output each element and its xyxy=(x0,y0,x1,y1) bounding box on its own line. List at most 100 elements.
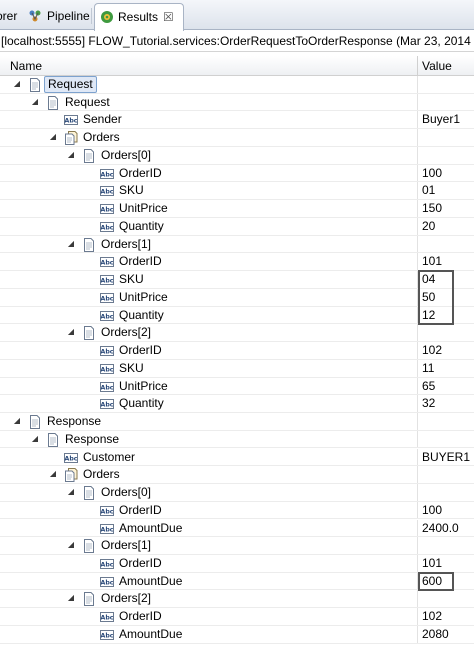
tree-row[interactable]: ◢ Orders[0] xyxy=(0,484,474,502)
document-list-icon xyxy=(64,468,78,483)
tree-row-name: OrderID xyxy=(119,609,162,624)
column-divider xyxy=(417,519,418,537)
svg-text:Abc: Abc xyxy=(101,402,114,409)
tree-row[interactable]: Abc Customer BUYER1 xyxy=(0,448,474,467)
string-abc-icon: Abc xyxy=(100,397,114,411)
document-list-icon xyxy=(64,131,78,146)
column-divider xyxy=(417,146,418,164)
svg-text:Abc: Abc xyxy=(101,278,114,285)
tree-row[interactable]: ◢ Response xyxy=(0,430,474,449)
tree-row-value: 11 xyxy=(422,360,435,375)
tree-row-name: UnitPrice xyxy=(119,201,168,216)
column-divider xyxy=(417,253,418,271)
tree-row[interactable]: Abc AmountDue 2080 xyxy=(0,625,474,644)
expand-toggle-icon[interactable]: ◢ xyxy=(66,239,76,249)
expand-toggle-icon[interactable]: ◢ xyxy=(66,593,76,603)
string-abc-icon: Abc xyxy=(100,504,114,518)
tab-explorer[interactable]: orer xyxy=(0,3,20,29)
expand-toggle-icon[interactable]: ◢ xyxy=(48,469,58,479)
column-divider xyxy=(417,93,418,111)
tree-row[interactable]: ◢ Response xyxy=(0,413,474,431)
string-abc-icon: Abc xyxy=(100,610,114,624)
expand-toggle-icon[interactable]: ◢ xyxy=(30,434,40,444)
column-divider xyxy=(417,200,418,217)
column-divider xyxy=(417,359,418,377)
tree-row-name: Response xyxy=(65,431,120,446)
tree-row[interactable]: Abc SKU 01 xyxy=(0,182,474,201)
tree-row[interactable]: ◢ Request xyxy=(0,76,474,94)
expand-toggle-icon[interactable]: ◢ xyxy=(48,132,58,142)
tree-row[interactable]: ◢ Orders xyxy=(0,466,474,484)
expand-toggle-icon[interactable]: ◢ xyxy=(12,79,22,89)
tree-row-name: OrderID xyxy=(119,502,162,517)
tree-row-value: 101 xyxy=(422,555,443,570)
tree-row-value: 150 xyxy=(422,201,443,216)
tree-row[interactable]: Abc Quantity 20 xyxy=(0,217,474,236)
column-divider xyxy=(417,324,418,342)
tree-row-value: 12 xyxy=(422,307,436,322)
tree-row[interactable]: Abc OrderID 101 xyxy=(0,554,474,573)
tree-row[interactable]: Abc Sender Buyer1 xyxy=(0,111,474,130)
tree-row[interactable]: ◢ Orders[2] xyxy=(0,324,474,343)
expand-toggle-icon[interactable]: ◢ xyxy=(66,540,76,550)
tree-row-name: Quantity xyxy=(119,396,164,411)
expand-toggle-icon[interactable]: ◢ xyxy=(30,97,40,107)
tree-row[interactable]: Abc OrderID 102 xyxy=(0,608,474,626)
tree-row-value: 04 xyxy=(422,272,436,287)
tab-separator xyxy=(91,8,92,24)
tab-pipeline[interactable]: Pipeline xyxy=(24,3,90,29)
column-divider xyxy=(417,430,418,448)
tree-row[interactable]: ◢ Orders[2] xyxy=(0,590,474,609)
expand-toggle-icon[interactable]: ◢ xyxy=(66,327,76,337)
column-divider xyxy=(417,413,418,430)
tree-row-value: 100 xyxy=(422,502,443,517)
tree-row[interactable]: ◢ Orders[1] xyxy=(0,235,474,254)
tree-row[interactable]: Abc UnitPrice 150 xyxy=(0,200,474,218)
expand-toggle-icon[interactable]: ◢ xyxy=(66,150,76,160)
svg-text:Abc: Abc xyxy=(101,384,114,391)
column-divider xyxy=(417,554,418,572)
column-divider xyxy=(417,448,418,466)
tree-row-name: Orders[2] xyxy=(101,591,152,606)
tree-row[interactable]: ◢ Orders xyxy=(0,129,474,147)
string-abc-icon: Abc xyxy=(64,113,78,127)
tree-row[interactable]: ◢ Orders[1] xyxy=(0,537,474,555)
string-abc-icon: Abc xyxy=(100,380,114,394)
tree-row[interactable]: Abc UnitPrice 50 xyxy=(0,288,474,307)
tree-row[interactable]: Abc SKU 11 xyxy=(0,359,474,378)
tree-row[interactable]: Abc UnitPrice 65 xyxy=(0,377,474,396)
tree-row-name: Orders xyxy=(83,130,120,145)
tree-row[interactable]: Abc SKU 04 xyxy=(0,271,474,289)
column-header-name[interactable]: Name xyxy=(10,56,42,76)
tree-row[interactable]: Abc Quantity 12 xyxy=(0,306,474,325)
string-abc-icon: Abc xyxy=(100,167,114,181)
string-abc-icon: Abc xyxy=(100,309,114,323)
column-divider[interactable] xyxy=(417,56,418,76)
column-header-value[interactable]: Value xyxy=(422,56,452,76)
svg-text:Abc: Abc xyxy=(101,313,114,320)
svg-text:Abc: Abc xyxy=(101,633,114,640)
tree-row-name: OrderID xyxy=(119,254,162,269)
tree-row[interactable]: Abc AmountDue 2400.0 xyxy=(0,519,474,538)
tree-row-name: SKU xyxy=(119,272,144,287)
tree-row[interactable]: Abc Quantity 32 xyxy=(0,395,474,413)
column-divider xyxy=(417,182,418,200)
tree-row[interactable]: Abc OrderID 102 xyxy=(0,342,474,360)
expand-toggle-icon[interactable]: ◢ xyxy=(66,487,76,497)
tree-row[interactable]: Abc OrderID 100 xyxy=(0,501,474,520)
tree-row[interactable]: ◢ Request xyxy=(0,93,474,112)
tree-row-value: 01 xyxy=(422,183,436,198)
tree-row-name: UnitPrice xyxy=(119,289,168,304)
expand-toggle-icon[interactable]: ◢ xyxy=(12,416,22,426)
view-tab-bar: orer Pipeline Results ☒ xyxy=(0,0,474,31)
close-icon[interactable]: ☒ xyxy=(163,4,174,30)
tree-row[interactable]: ◢ Orders[0] xyxy=(0,146,474,165)
tree-row[interactable]: Abc AmountDue 600 xyxy=(0,572,474,591)
tree-row-value: 102 xyxy=(422,343,443,358)
tree-row[interactable]: Abc OrderID 101 xyxy=(0,253,474,272)
tab-results[interactable]: Results ☒ xyxy=(94,3,184,31)
tree-row[interactable]: Abc OrderID 100 xyxy=(0,164,474,183)
tree-row-name: SKU xyxy=(119,183,144,198)
svg-text:Abc: Abc xyxy=(101,366,114,373)
document-icon xyxy=(82,539,96,554)
